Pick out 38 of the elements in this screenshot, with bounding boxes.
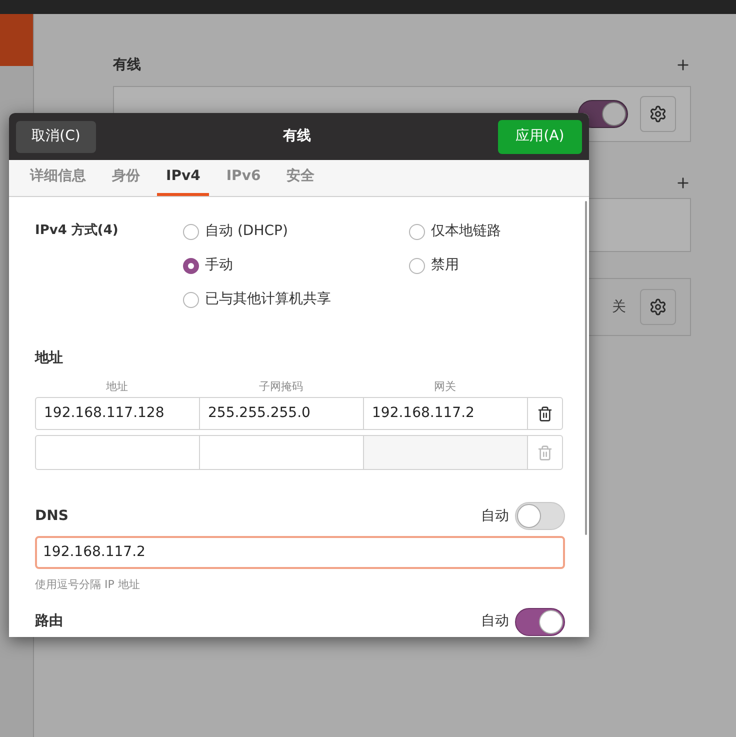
status-text: 关 [612,298,626,316]
add-icon[interactable] [675,175,691,191]
radio-button[interactable] [183,258,199,274]
column-header: 网关 [434,379,456,395]
gear-icon [649,105,667,123]
radio-option[interactable]: 仅本地链路 [409,221,501,242]
radio-button[interactable] [183,292,199,308]
radio-button[interactable] [409,258,425,274]
table-cell[interactable]: 255.255.255.0 [200,398,364,429]
toggle-switch[interactable] [515,608,565,636]
column-header: 地址 [106,379,128,395]
table-cell[interactable]: 192.168.117.128 [36,398,200,429]
hint-text: 使用逗号分隔 IP 地址 [35,577,141,593]
settings-button[interactable] [640,96,676,132]
table-cell[interactable]: 192.168.117.2 [364,398,528,429]
gear-icon [649,298,667,316]
toggle-label: 自动 [481,612,509,631]
delete-icon [537,444,553,460]
cancel-button[interactable]: 取消(C) [16,120,96,152]
tab[interactable]: IPv4 [157,160,210,196]
field-label: IPv4 方式(4) [35,222,120,240]
section-title: 有线 [113,56,141,74]
radio-button[interactable] [183,224,199,240]
toggle-label: 自动 [481,506,509,526]
radio-option[interactable]: 已与其他计算机共享 [183,289,331,310]
section-title: DNS [35,506,68,526]
radio-button[interactable] [409,224,425,240]
dialog-title: 有线 [283,127,311,146]
section-title: 路由 [35,612,63,631]
dns-input-field[interactable]: 192.168.117.2 [35,536,565,569]
section-title: 地址 [35,349,64,368]
delete-icon[interactable] [537,406,553,422]
settings-button[interactable] [640,289,676,325]
add-icon[interactable] [675,57,691,73]
radio-option[interactable]: 禁用 [409,255,459,276]
radio-option[interactable]: 手动 [183,255,233,276]
radio-option[interactable]: 自动 (DHCP) [183,221,288,242]
column-header: 子网掩码 [259,379,303,395]
